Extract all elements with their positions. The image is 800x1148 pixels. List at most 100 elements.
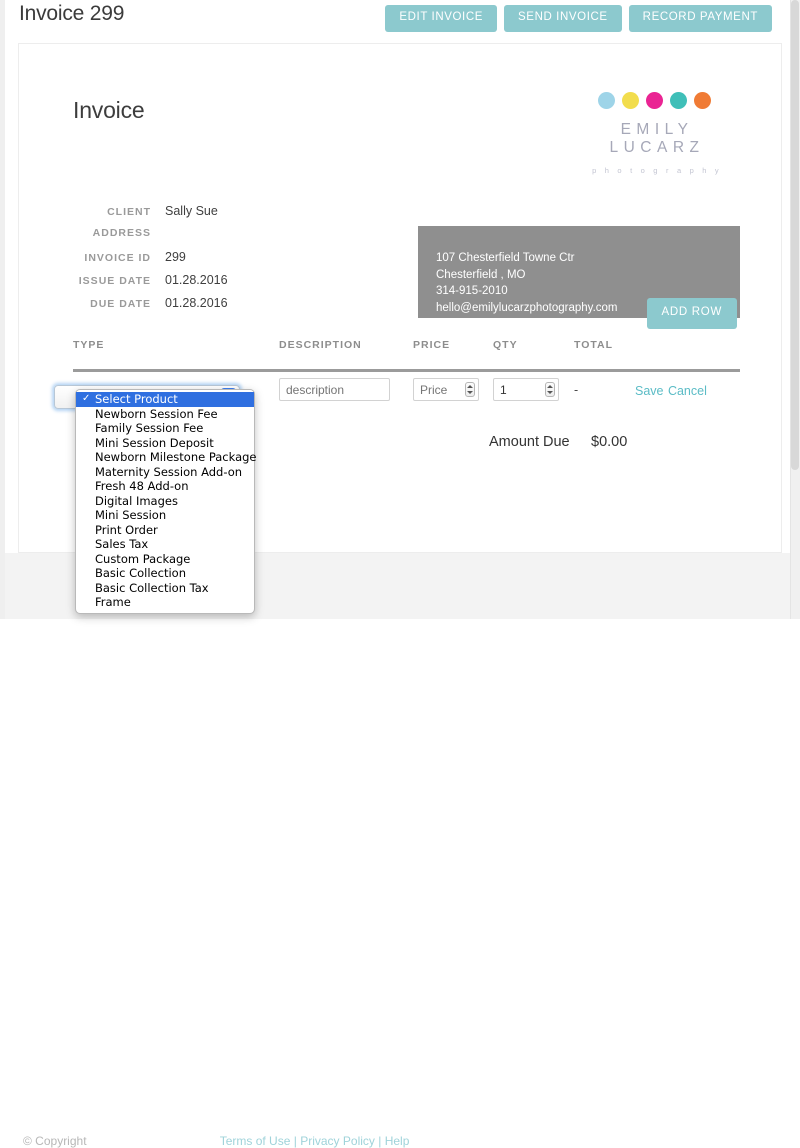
meta-label-client: CLIENT [107, 206, 151, 218]
meta-label-due-date: DUE DATE [90, 298, 151, 310]
page-left-edge [0, 0, 5, 619]
product-option[interactable]: Sales Tax [76, 537, 254, 552]
product-option[interactable]: Newborn Session Fee [76, 407, 254, 422]
product-option[interactable]: Family Session Fee [76, 421, 254, 436]
price-stepper-up-icon[interactable] [467, 384, 473, 388]
product-option[interactable]: Mini Session Deposit [76, 436, 254, 451]
logo-company-name: EMILY LUCARZ [609, 121, 705, 156]
business-address-line1: 107 Chesterfield Towne Ctr [436, 252, 575, 264]
product-option-label: Digital Images [95, 493, 178, 508]
logo-dot-yellow [622, 92, 639, 109]
logo-dot-magenta [646, 92, 663, 109]
product-option[interactable]: Frame [76, 595, 254, 610]
qty-cell [493, 378, 559, 401]
column-header-description: DESCRIPTION [279, 339, 362, 351]
meta-row-address: ADDRESS [73, 227, 373, 250]
footer-link-help[interactable]: Help [385, 1134, 410, 1148]
product-option-label: Basic Collection [95, 566, 186, 580]
product-option[interactable]: Digital Images [76, 494, 254, 509]
meta-label-address: ADDRESS [92, 227, 151, 239]
top-bar: Invoice 299 EDIT INVOICE SEND INVOICE RE… [5, 0, 790, 36]
product-option[interactable]: Fresh 48 Add-on [76, 479, 254, 494]
business-address-line2: Chesterfield , MO [436, 268, 526, 281]
amount-due-value: $0.00 [591, 434, 628, 450]
record-payment-button[interactable]: RECORD PAYMENT [628, 5, 772, 32]
product-option-label: Sales Tax [95, 537, 149, 551]
footer-separator-1: | [293, 1134, 297, 1148]
product-option[interactable]: Newborn Milestone Package [76, 450, 257, 465]
product-option-label: Maternity Session Add-on [95, 464, 243, 479]
product-option-label: Newborn Milestone Package [95, 450, 257, 464]
logo-tagline: p h o t o g r a p h y [592, 166, 722, 175]
send-invoice-button[interactable]: SEND INVOICE [504, 5, 622, 32]
product-option[interactable]: Basic Collection Tax [76, 581, 254, 596]
footer-link-privacy[interactable]: Privacy Policy [300, 1134, 375, 1148]
meta-row-client: CLIENT Sally Sue [73, 204, 373, 227]
qty-stepper-up-icon[interactable] [547, 384, 553, 388]
price-stepper-down-icon[interactable] [467, 391, 473, 395]
logo-dot-teal [670, 92, 687, 109]
amount-due-label: Amount Due [489, 434, 570, 450]
meta-value-client: Sally Sue [165, 204, 218, 218]
footer-text: © Copyright Terms of Use | Privacy Polic… [23, 1134, 409, 1148]
line-items-header: TYPE DESCRIPTION PRICE QTY TOTAL [73, 339, 740, 361]
logo-dot-orange [694, 92, 711, 109]
qty-stepper[interactable] [545, 382, 555, 397]
product-option[interactable]: ✓ Select Product [76, 392, 254, 407]
save-row-link[interactable]: Save [635, 384, 664, 398]
top-bar-actions: EDIT INVOICE SEND INVOICE RECORD PAYMENT [385, 5, 772, 32]
product-option[interactable]: Mini Session [76, 508, 254, 523]
product-option-label: Frame [95, 595, 131, 609]
row-actions: Save Cancel [635, 378, 707, 400]
product-option[interactable]: Custom Package [76, 552, 254, 567]
product-option[interactable]: Maternity Session Add-on [76, 465, 254, 480]
row-total-value: - [574, 383, 579, 397]
logo-dots [572, 92, 737, 109]
page-title: Invoice 299 [19, 2, 125, 25]
product-option-label: Select Product [95, 392, 178, 406]
meta-row-due-date: DUE DATE 01.28.2016 [73, 296, 373, 319]
product-option-label: Mini Session Deposit [95, 435, 214, 450]
logo-dot-blue [598, 92, 615, 109]
column-header-qty: QTY [493, 339, 518, 351]
meta-value-invoice-id: 299 [165, 250, 186, 264]
product-select-option-list[interactable]: ✓ Select Product Newborn Session Fee Family… [75, 389, 257, 614]
description-input[interactable] [279, 378, 390, 401]
company-logo: EMILY LUCARZ p h o t o g r a p h y [572, 92, 737, 175]
page-scrollbar-thumb[interactable] [791, 0, 799, 470]
product-option-label: Basic Collection Tax [95, 580, 209, 595]
table-header-rule [73, 369, 740, 372]
check-icon: ✓ [82, 393, 91, 404]
invoice-heading: Invoice [73, 97, 145, 123]
meta-row-issue-date: ISSUE DATE 01.28.2016 [73, 273, 373, 296]
product-option[interactable]: Print Order [76, 523, 254, 538]
meta-row-invoice-id: INVOICE ID 299 [73, 250, 373, 273]
product-option-label: Newborn Session Fee [95, 406, 218, 421]
product-option-label: Custom Package [95, 551, 191, 566]
product-option-label: Mini Session [95, 508, 167, 522]
footer-link-terms[interactable]: Terms of Use [220, 1134, 291, 1148]
column-header-price: PRICE [413, 339, 451, 351]
footer-copyright: © Copyright [23, 1134, 87, 1148]
product-option-label: Fresh 48 Add-on [95, 479, 189, 493]
price-cell [413, 378, 479, 401]
edit-invoice-button[interactable]: EDIT INVOICE [385, 5, 498, 32]
description-cell [279, 378, 390, 401]
footer-spacer [90, 1134, 217, 1148]
invoice-meta: CLIENT Sally Sue ADDRESS INVOICE ID 299 … [73, 204, 373, 319]
page-scrollbar-track[interactable] [790, 0, 800, 619]
meta-value-due-date: 01.28.2016 [165, 296, 228, 310]
price-stepper[interactable] [465, 382, 475, 397]
footer-separator-2: | [378, 1134, 382, 1148]
product-option-label: Family Session Fee [95, 421, 204, 435]
product-option-label: Print Order [95, 522, 158, 537]
column-header-type: TYPE [73, 339, 105, 351]
product-option[interactable]: Basic Collection [76, 566, 254, 581]
add-row-button[interactable]: ADD ROW [646, 298, 737, 329]
column-header-total: TOTAL [574, 339, 614, 351]
meta-label-issue-date: ISSUE DATE [78, 275, 151, 287]
qty-stepper-down-icon[interactable] [547, 391, 553, 395]
meta-label-invoice-id: INVOICE ID [84, 252, 151, 264]
cancel-row-link[interactable]: Cancel [668, 384, 707, 398]
meta-value-issue-date: 01.28.2016 [165, 273, 228, 287]
